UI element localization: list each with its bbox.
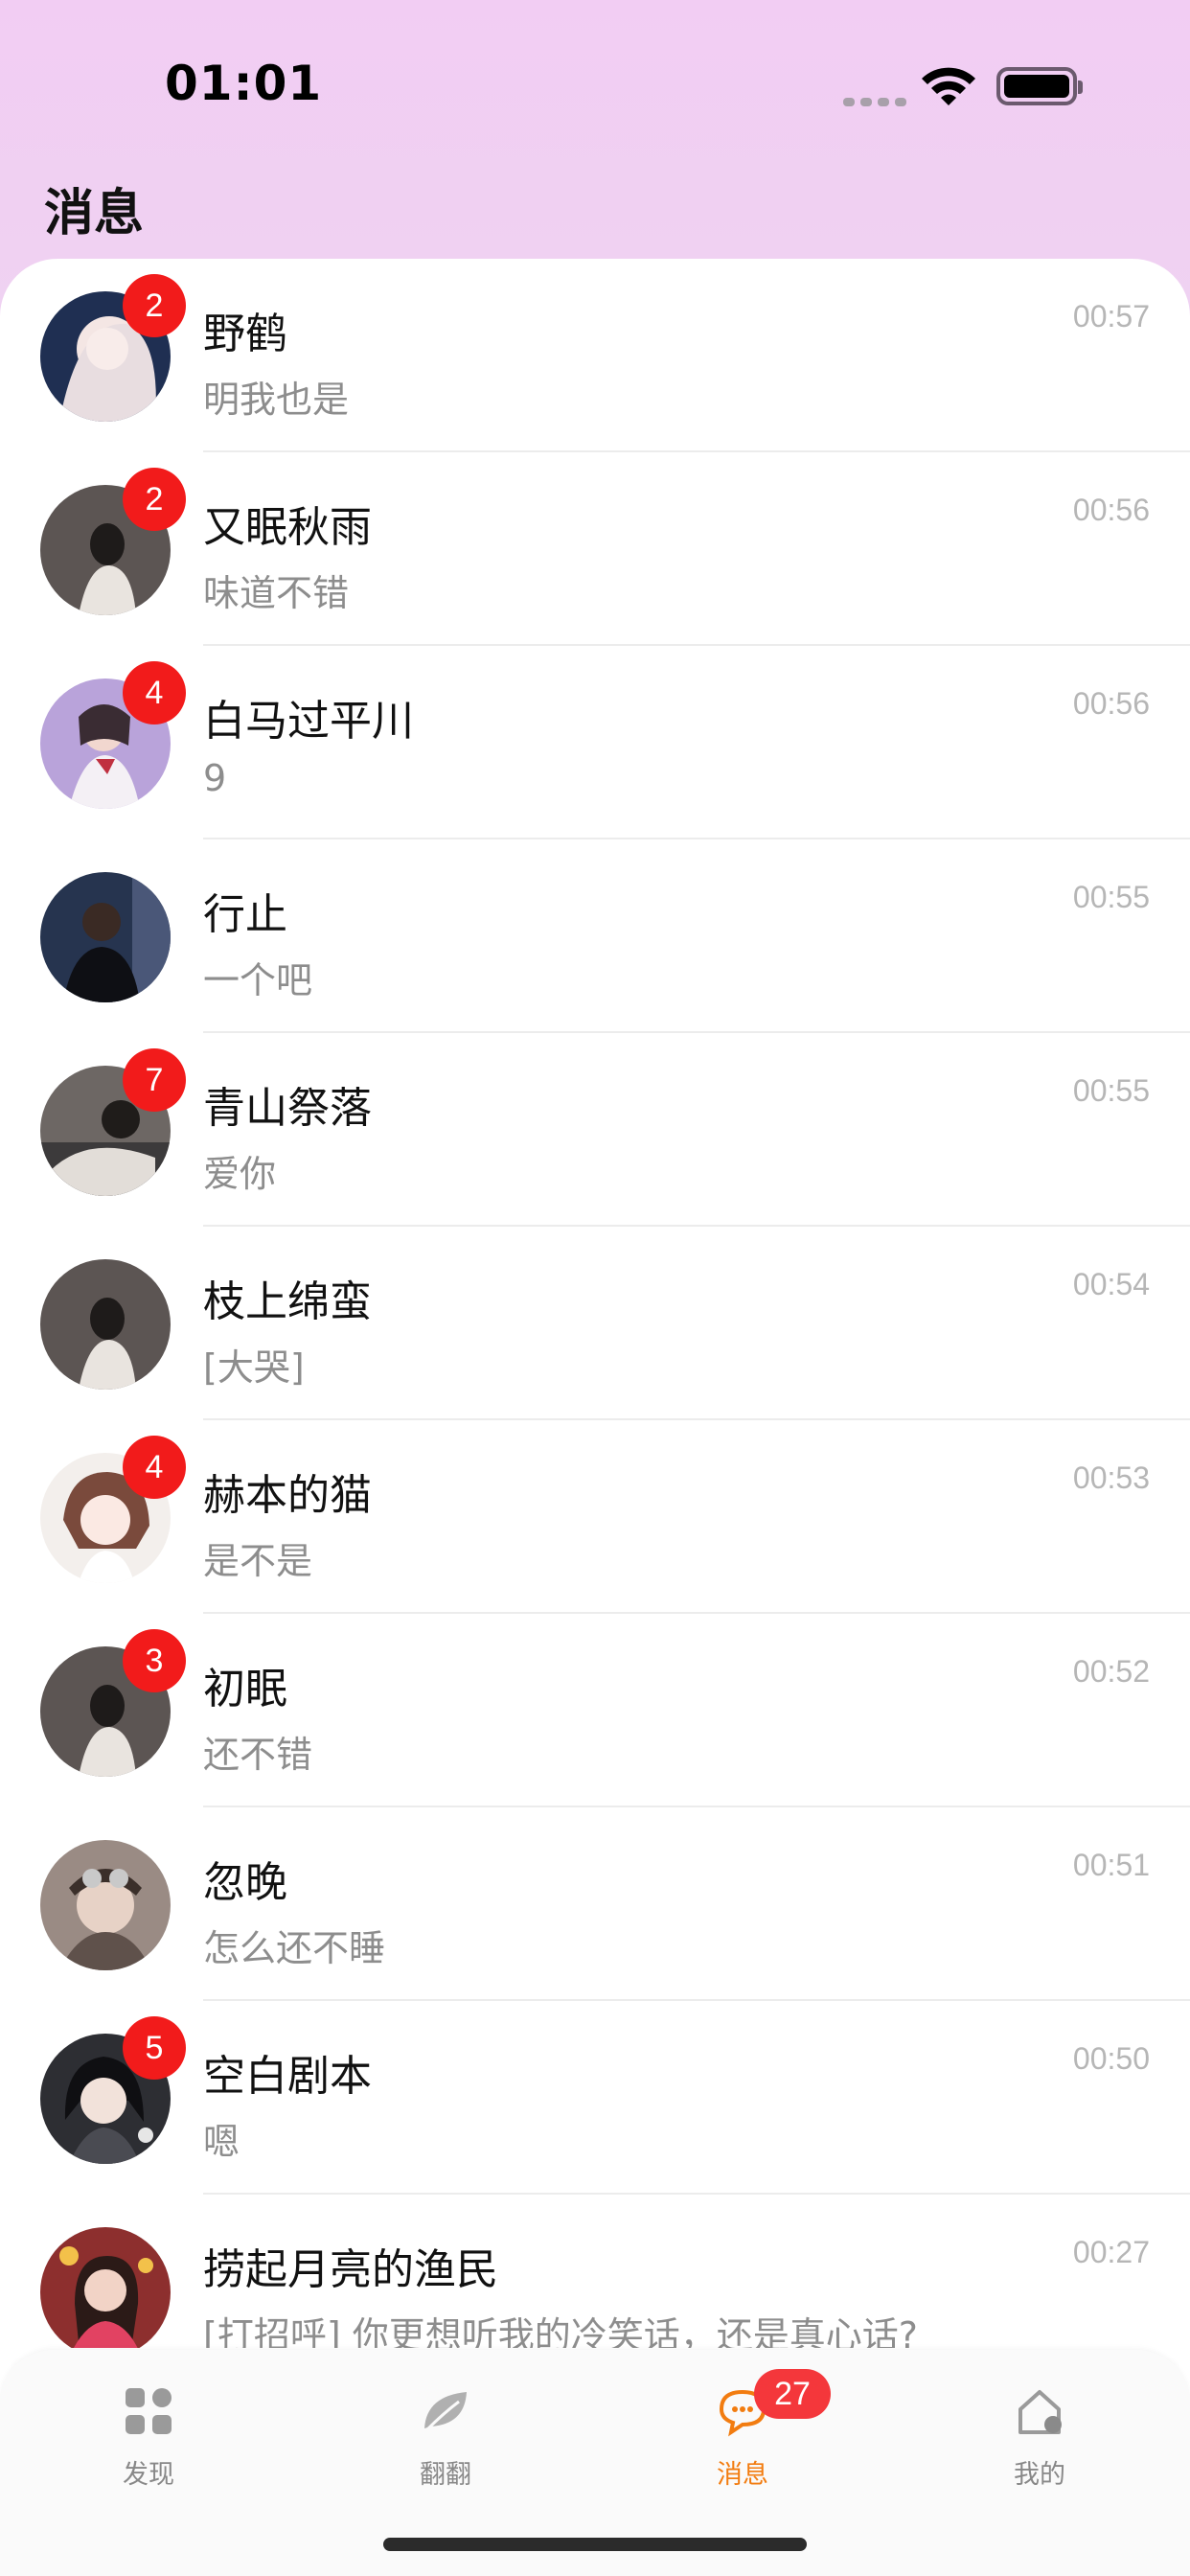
conversation-row[interactable]: 捞起月亮的渔民 [打招呼] 你更想听我的冷笑话，还是真心话? 00:27 [0,2195,1190,2348]
message-time: 00:54 [1072,1267,1150,1301]
last-message: 9 [203,757,227,799]
tab-label: 翻翻 [420,2460,471,2490]
message-time: 00:52 [1072,1654,1150,1689]
contact-name: 又眠秋雨 [203,503,372,552]
conversation-row[interactable]: 3 初眠 还不错 00:52 [0,1614,1190,1807]
unread-badge: 2 [123,468,186,531]
cellular-signal-icon [843,92,912,110]
conversation-row[interactable]: 4 赫本的猫 是不是 00:53 [0,1420,1190,1614]
tab-label: 消息 [717,2460,768,2490]
contact-name: 青山祭落 [203,1084,372,1133]
conversation-row[interactable]: 枝上绵蛮 [大哭] 00:54 [0,1227,1190,1420]
message-time: 00:56 [1072,686,1150,721]
last-message: 一个吧 [203,959,313,1001]
contact-name: 初眠 [203,1665,287,1714]
last-message: 还不错 [203,1734,313,1776]
last-message: [打招呼] 你更想听我的冷笑话，还是真心话? [203,2314,918,2348]
contact-name: 行止 [203,890,287,939]
conversation-row[interactable]: 5 空白剧本 嗯 00:50 [0,2001,1190,2195]
avatar[interactable] [40,1259,171,1390]
page-title: 消息 [44,185,145,242]
avatar[interactable] [40,872,171,1002]
contact-name: 空白剧本 [203,2052,372,2101]
unread-badge: 4 [123,1436,186,1499]
last-message: 嗯 [203,2121,240,2163]
conversation-row[interactable]: 2 又眠秋雨 味道不错 00:56 [0,452,1190,646]
tab-messages[interactable]: 消息 27 [647,2369,838,2503]
messages-unread-badge: 27 [754,2369,831,2419]
last-message: 是不是 [203,1540,313,1582]
contact-name: 捞起月亮的渔民 [203,2245,498,2294]
tab-flip[interactable]: 翻翻 [350,2369,541,2503]
unread-badge: 4 [123,661,186,724]
conversation-row[interactable]: 忽晚 怎么还不睡 00:51 [0,1807,1190,2001]
tab-label: 我的 [1014,2460,1065,2490]
tab-label: 发现 [123,2460,174,2490]
unread-badge: 3 [123,1629,186,1692]
contact-name: 野鹤 [203,310,287,358]
leaf-icon [424,2392,467,2432]
home-profile-icon [1018,2390,1062,2434]
home-indicator[interactable] [383,2538,807,2551]
battery-icon [996,67,1083,105]
contact-name: 赫本的猫 [203,1471,372,1520]
message-time: 00:57 [1072,299,1150,334]
unread-badge: 2 [123,274,186,337]
message-time: 00:55 [1072,880,1150,914]
message-time: 00:50 [1072,2041,1150,2076]
discover-grid-icon [126,2388,172,2434]
conversation-row[interactable]: 4 白马过平川 9 00:56 [0,646,1190,840]
contact-name: 白马过平川 [203,697,414,746]
contact-name: 忽晚 [203,1858,287,1907]
message-time: 00:27 [1072,2235,1150,2269]
conversation-list[interactable]: 2 野鹤 明我也是 00:57 2 又眠秋雨 味道不错 00:56 4 白马过平… [0,259,1190,2348]
last-message: 味道不错 [203,572,350,614]
message-time: 00:51 [1072,1848,1150,1882]
last-message: 怎么还不睡 [203,1927,386,1969]
contact-name: 枝上绵蛮 [203,1277,372,1326]
tab-discover[interactable]: 发现 [53,2369,244,2503]
conversation-row[interactable]: 7 青山祭落 爱你 00:55 [0,1033,1190,1227]
status-bar: 01:01 [0,0,1190,153]
unread-badge: 5 [123,2016,186,2080]
avatar[interactable] [40,2227,171,2348]
message-time: 00:55 [1072,1073,1150,1108]
avatar[interactable] [40,1840,171,1970]
message-time: 00:56 [1072,493,1150,527]
wifi-icon [922,67,975,105]
message-time: 00:53 [1072,1460,1150,1495]
tab-profile[interactable]: 我的 [944,2369,1135,2503]
last-message: 爱你 [203,1153,277,1195]
last-message: [大哭] [203,1346,305,1389]
conversation-row[interactable]: 行止 一个吧 00:55 [0,840,1190,1033]
last-message: 明我也是 [203,379,350,421]
status-time: 01:01 [165,56,323,111]
conversation-row[interactable]: 2 野鹤 明我也是 00:57 [0,259,1190,452]
unread-badge: 7 [123,1048,186,1112]
